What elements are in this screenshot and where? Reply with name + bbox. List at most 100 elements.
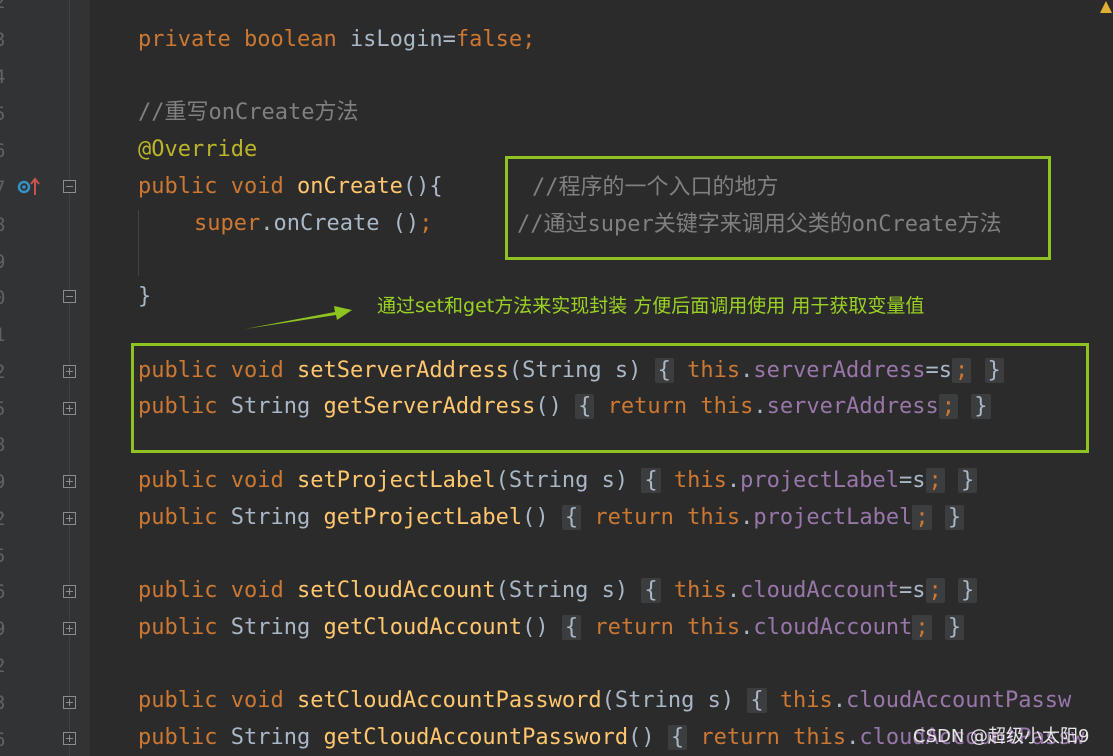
punctuation: . (726, 578, 741, 603)
line-number: 1 (0, 323, 5, 347)
line-number: 6 (0, 139, 5, 163)
keyword: private (138, 27, 231, 52)
code-line-is-login[interactable]: private boolean isLogin=false; (138, 26, 535, 54)
line-number: 9 (0, 250, 5, 274)
annotation-arrow (245, 306, 352, 329)
csdn-watermark: CSDN @超级小太阳9 (913, 726, 1090, 747)
return-type: void (230, 688, 284, 713)
return-type: String (230, 615, 311, 640)
method-name: setCloudAccount (296, 578, 496, 603)
keyword: public (138, 615, 218, 640)
return-type: void (230, 468, 284, 493)
parameters: () (522, 615, 549, 640)
keyword: boolean (243, 27, 337, 52)
line-number: 2 (0, 654, 5, 678)
fold-end-icon[interactable] (63, 290, 76, 303)
brace-open: { (747, 688, 767, 713)
keyword: super (194, 211, 261, 236)
code-line-get-cloud-account[interactable]: public String getCloudAccount() { return… (138, 614, 965, 642)
parameters: (String s) (495, 578, 629, 603)
brace-open: { (641, 468, 661, 493)
line-number: 0 (0, 286, 5, 310)
assignment: =s (899, 468, 926, 493)
keyword: this (687, 505, 741, 530)
line-number: 6 (0, 580, 5, 604)
keyword: return (700, 725, 780, 750)
punctuation: . (726, 468, 741, 493)
code-line-override[interactable]: @Override (138, 136, 257, 164)
keyword: public (138, 174, 218, 199)
fold-expand-icon[interactable] (63, 622, 76, 635)
semicolon: ; (912, 505, 932, 530)
code-line-set-project-label[interactable]: public void setProjectLabel(String s) { … (138, 467, 978, 495)
keyword: public (138, 505, 218, 530)
method-name: setCloudAccountPassword (296, 688, 602, 713)
line-number: 3 (0, 28, 5, 52)
fold-expand-icon[interactable] (63, 696, 76, 709)
code-line-close-brace[interactable]: } (138, 283, 151, 311)
fold-collapse-icon[interactable] (63, 180, 76, 193)
fold-expand-icon[interactable] (63, 585, 76, 598)
operator: = (442, 27, 456, 52)
keyword: this (793, 725, 847, 750)
parameters: () (522, 505, 549, 530)
code-line-oncreate[interactable]: public void onCreate(){ (138, 173, 443, 201)
line-number: 2 (0, 0, 5, 14)
punctuation: (){ (402, 174, 443, 199)
line-number: 2 (0, 360, 5, 384)
line-number: 5 (0, 397, 5, 421)
keyword: this (673, 578, 727, 603)
fold-expand-icon[interactable] (63, 402, 76, 415)
warning-icon[interactable] (1099, 0, 1113, 14)
editor-gutter: 2 3 4 5 6 7 8 9 0 1 2 5 8 9 2 5 6 9 2 3 … (0, 0, 90, 756)
line-number: 8 (0, 433, 5, 457)
semicolon: ; (522, 27, 536, 52)
field-name: projectLabel (740, 468, 900, 493)
brace-close: } (944, 615, 965, 640)
method-name: setProjectLabel (296, 468, 496, 493)
getter-setter-highlight-box (131, 343, 1089, 453)
override-up-arrow-icon[interactable] (17, 177, 41, 197)
keyword: void (230, 174, 284, 199)
code-line-super[interactable]: super.onCreate (); (194, 210, 432, 238)
punctuation: . (846, 725, 860, 750)
fold-expand-icon[interactable] (63, 732, 76, 745)
keyword: public (138, 578, 218, 603)
parameters: (String s) (601, 688, 735, 713)
fold-expand-icon[interactable] (63, 512, 76, 525)
brace-close: } (944, 505, 965, 530)
line-number: 4 (0, 65, 5, 89)
code-line-get-project-label[interactable]: public String getProjectLabel() { return… (138, 504, 965, 532)
brace-open: { (561, 615, 582, 640)
semicolon: ; (912, 615, 932, 640)
line-number: 6 (0, 728, 5, 752)
semicolon: ; (925, 578, 945, 603)
fold-expand-icon[interactable] (63, 475, 76, 488)
return-type: String (230, 505, 311, 530)
keyword: public (138, 688, 218, 713)
brace-close: } (958, 578, 978, 603)
punctuation: . (832, 688, 847, 713)
line-number: 8 (0, 213, 5, 237)
code-line-set-cloud-account[interactable]: public void setCloudAccount(String s) { … (138, 577, 978, 605)
brace-close: } (958, 468, 978, 493)
line-number: 9 (0, 617, 5, 641)
method-name: onCreate (296, 174, 403, 199)
return-type: String (230, 725, 311, 750)
line-number: 7 (0, 176, 5, 200)
assignment: =s (899, 578, 926, 603)
code-line-set-cloud-account-password[interactable]: public void setCloudAccountPassword(Stri… (138, 687, 1071, 715)
punctuation: . (740, 505, 754, 530)
keyword: return (594, 505, 674, 530)
field-name: cloudAccountPassw (846, 688, 1072, 713)
field-name: cloudAccount (753, 615, 913, 640)
keyword: this (687, 615, 741, 640)
code-line-comment[interactable]: //重写onCreate方法 (138, 99, 358, 127)
indent-guide (138, 210, 139, 276)
punctuation: . (740, 615, 754, 640)
line-number: 3 (0, 691, 5, 715)
keyword: this (779, 688, 833, 713)
keyword: this (673, 468, 727, 493)
fold-expand-icon[interactable] (63, 365, 76, 378)
keyword: public (138, 468, 218, 493)
